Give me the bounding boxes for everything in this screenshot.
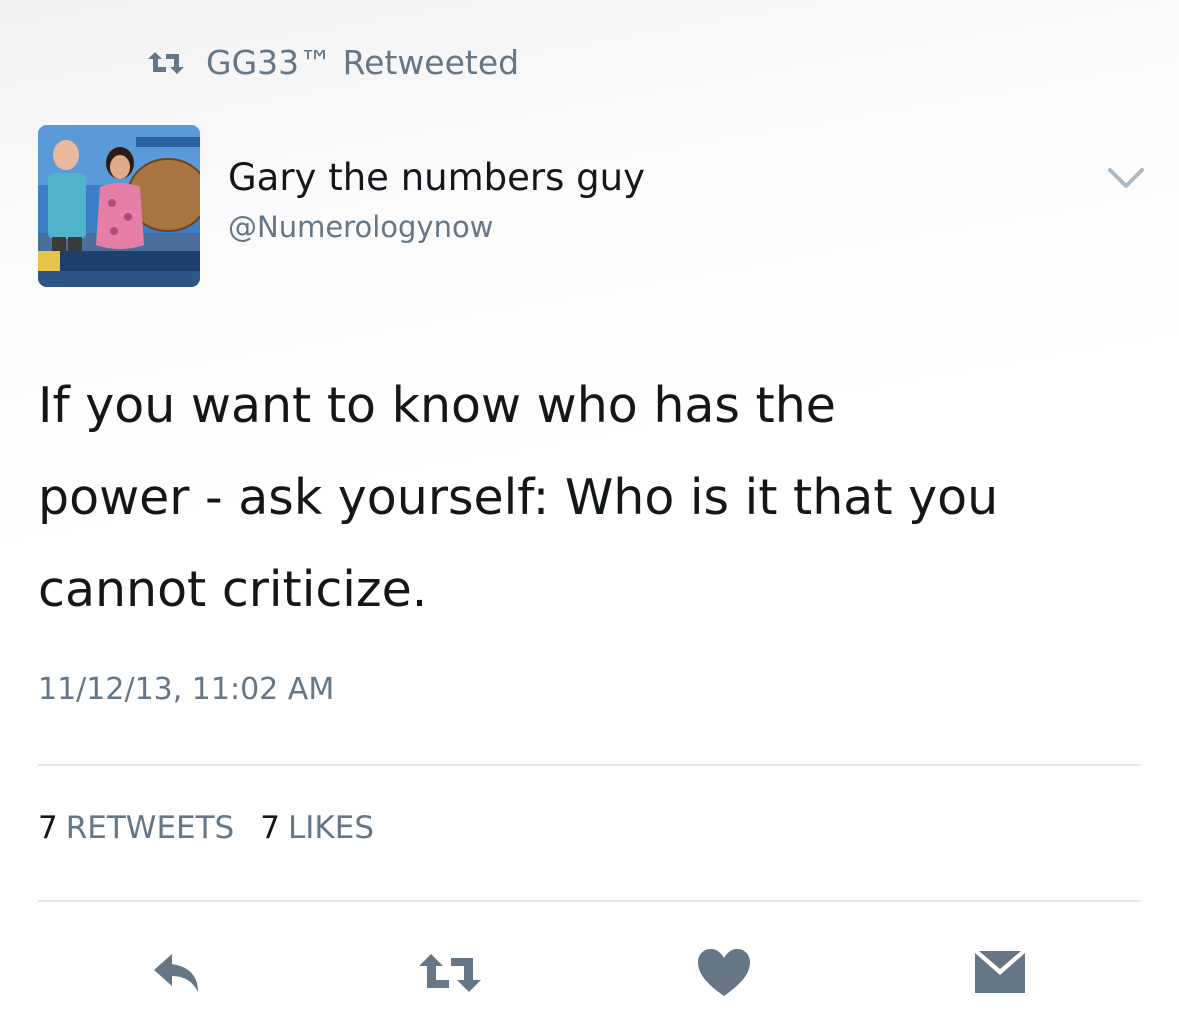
likes-count[interactable]: 7	[260, 810, 280, 846]
like-button[interactable]	[684, 938, 764, 1008]
tweet-text-line: cannot criticize.	[38, 561, 428, 618]
retweet-context-text: GG33™ Retweeted	[206, 42, 520, 82]
tweet-text-line: If you want to know who has the	[38, 377, 836, 434]
more-options-button[interactable]	[1104, 160, 1148, 196]
retweet-context[interactable]: GG33™ Retweeted	[146, 38, 519, 86]
retweet-icon	[146, 47, 186, 77]
tweet-stats: 7 RETWEETS 7 LIKES	[38, 810, 374, 846]
retweet-button[interactable]	[410, 938, 490, 1008]
avatar[interactable]	[38, 125, 200, 287]
retweet-icon	[419, 954, 481, 992]
profile-photo	[38, 125, 200, 287]
direct-message-button[interactable]	[960, 938, 1040, 1008]
tweet-text: If you want to know who has the power - …	[38, 360, 1148, 636]
divider	[38, 764, 1141, 766]
likes-label[interactable]: LIKES	[288, 810, 374, 846]
display-name[interactable]: Gary the numbers guy	[228, 156, 645, 199]
retweets-count[interactable]: 7	[38, 810, 58, 846]
divider	[38, 900, 1141, 902]
tweet-timestamp[interactable]: 11/12/13, 11:02 AM	[38, 672, 334, 707]
heart-icon	[698, 949, 750, 996]
chevron-down-icon	[1108, 168, 1144, 188]
username[interactable]: @Numerologynow	[228, 210, 493, 244]
reply-icon	[154, 954, 198, 992]
tweet-text-line: power - ask yourself: Who is it that you	[38, 469, 999, 526]
envelope-icon	[975, 951, 1025, 993]
reply-button[interactable]	[138, 938, 218, 1008]
retweets-label[interactable]: RETWEETS	[66, 810, 235, 846]
